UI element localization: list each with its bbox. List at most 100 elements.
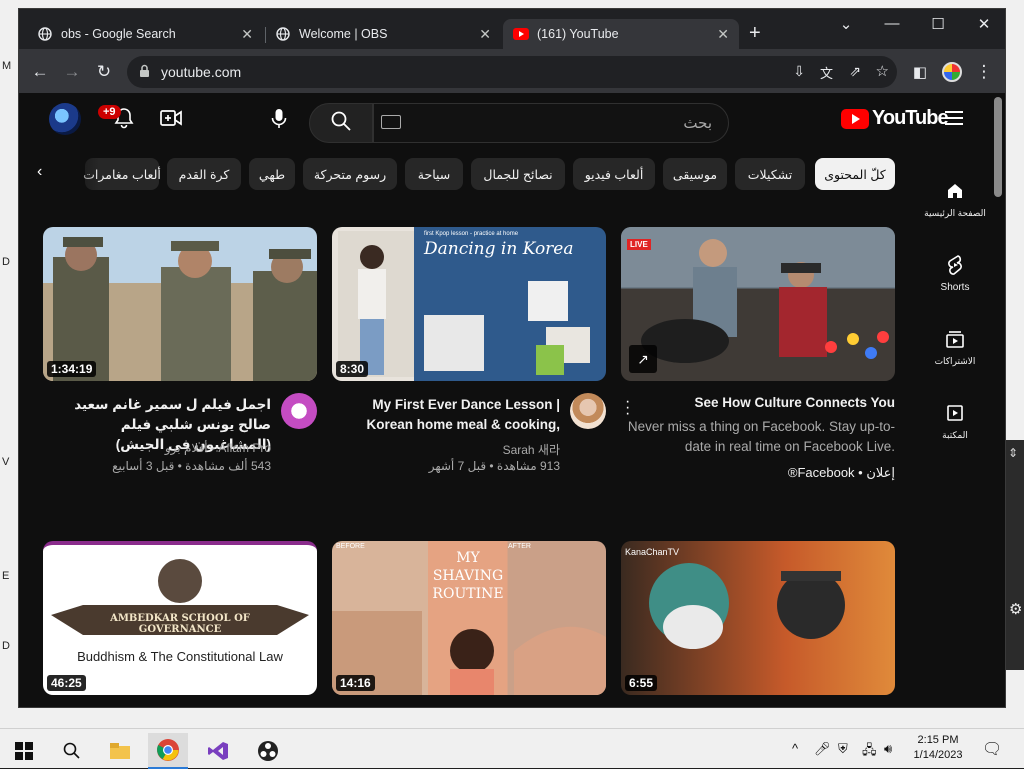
tab-welcome-obs[interactable]: Welcome | OBS ✕ [265, 19, 501, 49]
tab-youtube[interactable]: (161) YouTube ✕ [503, 19, 739, 49]
video-thumbnail[interactable]: KanaChanTV 6:55 [621, 541, 895, 695]
thumb-after: AFTER [508, 543, 531, 550]
channel-avatar[interactable] [570, 393, 606, 429]
close-tab-icon[interactable]: ✕ [479, 26, 491, 43]
volume-icon[interactable]: 🔊︎ [884, 741, 892, 757]
video-title[interactable]: My First Ever Dance Lesson | Korean home… [334, 395, 560, 435]
close-window-button[interactable]: ✕ [969, 15, 999, 33]
live-label: LIVE [627, 239, 651, 250]
chip[interactable]: طهي [249, 158, 295, 190]
forward-icon[interactable]: → [61, 61, 83, 83]
profile-avatar[interactable] [941, 61, 963, 83]
external-link-icon[interactable]: ↗ [629, 345, 657, 373]
network-icon[interactable]: 🖧︎ [862, 741, 877, 763]
rail-home[interactable]: الصفحة الرئيسية [919, 179, 991, 219]
rail-subscriptions[interactable]: الاشتراكات [919, 327, 991, 367]
file-explorer-icon[interactable] [100, 733, 140, 769]
minimize-button[interactable]: — [877, 15, 907, 32]
video-thumbnail[interactable]: AMBEDKAR SCHOOL OF GOVERNANCE Buddhism &… [43, 541, 317, 695]
microphone-icon[interactable]: 🎤︎ [814, 741, 831, 757]
chip[interactable]: رسوم متحركة [303, 158, 397, 190]
thumb-subtext: Buddhism & The Constitutional Law [77, 649, 283, 664]
rail-library[interactable]: المكتبة [919, 401, 991, 441]
lock-icon[interactable] [139, 64, 150, 81]
youtube-page: +9 بحث YouTube كلّ المحتوى تشكيلات موسيق… [19, 93, 1005, 707]
clock-date: 1/14/2023 [913, 749, 963, 761]
ad-meta: · · · See How Culture Connects You Never m… [621, 393, 895, 483]
chip-all[interactable]: كلّ المحتوى [815, 158, 895, 190]
taskbar-clock[interactable]: 2:15 PM 1/14/2023 [906, 733, 970, 763]
tray-overflow-icon[interactable]: ^ [792, 741, 798, 756]
create-video-icon[interactable] [159, 107, 183, 134]
ad-card[interactable]: LIVE ↗ · · · See How Culture Connects You … [621, 227, 895, 483]
ad-thumbnail[interactable]: LIVE ↗ [621, 227, 895, 381]
chip[interactable]: تشكيلات [735, 158, 805, 190]
bookmark-star-icon[interactable]: ☆ [876, 62, 889, 80]
security-icon[interactable]: ⛨ [838, 741, 848, 757]
video-card[interactable]: AMBEDKAR SCHOOL OF GOVERNANCE Buddhism &… [43, 541, 317, 695]
new-tab-button[interactable]: + [749, 23, 761, 43]
account-avatar[interactable] [49, 103, 81, 135]
clock-time: 2:15 PM [917, 734, 959, 746]
chip[interactable]: موسيقى [663, 158, 727, 190]
page-scrollbar[interactable] [994, 97, 1002, 197]
video-stats: 543 ألف مشاهدة • قبل 3 أسابيع [112, 459, 271, 473]
channel-avatar[interactable] [281, 393, 317, 429]
video-card[interactable]: first Kpop lesson - practice at home Dan… [332, 227, 606, 483]
reload-icon[interactable]: ↻ [93, 61, 115, 83]
keyboard-icon[interactable] [381, 115, 401, 129]
translate-icon[interactable]: 文 [820, 63, 833, 82]
video-stats: 913 مشاهدة • قبل 7 أشهر [428, 459, 560, 473]
rail-label: المكتبة [942, 430, 968, 440]
video-meta: اجمل فيلم ل سمير غانم سعيد صالح يونس شلب… [43, 393, 317, 483]
rail-label: الصفحة الرئيسية [924, 208, 986, 218]
video-card[interactable]: 1:34:19 اجمل فيلم ل سمير غانم سعيد صالح … [43, 227, 317, 483]
rail-shorts[interactable]: Shorts [919, 253, 991, 293]
more-menu-icon[interactable]: ⋮ [973, 61, 995, 83]
visual-studio-icon[interactable] [198, 733, 238, 769]
chip[interactable]: نصائح للجمال [471, 158, 565, 190]
tab-title: obs - Google Search [61, 27, 176, 41]
channel-name[interactable]: Aflam Pro - أفلام برو [165, 441, 271, 455]
voice-search-mic-icon[interactable] [269, 107, 289, 136]
youtube-logo[interactable]: YouTube [841, 107, 949, 130]
video-card[interactable]: BEFORE AFTER MY SHAVING ROUTINE 14:16 [332, 541, 606, 695]
maximize-button[interactable]: ☐ [923, 15, 953, 33]
chip[interactable]: ألعاب فيديو [573, 158, 655, 190]
video-thumbnail[interactable]: BEFORE AFTER MY SHAVING ROUTINE 14:16 [332, 541, 606, 695]
guide-menu-icon[interactable] [945, 111, 963, 125]
video-thumbnail[interactable]: first Kpop lesson - practice at home Dan… [332, 227, 606, 381]
video-thumbnail[interactable]: 1:34:19 [43, 227, 317, 381]
notification-center-icon[interactable]: 🗨︎ [982, 739, 1002, 759]
video-duration: 1:34:19 [47, 361, 97, 377]
start-button[interactable] [4, 733, 44, 769]
address-bar[interactable]: youtube.com ⇩ 文 ⇗ ☆ [127, 56, 897, 88]
spin-icon[interactable]: ⇕ [1008, 446, 1018, 460]
share-icon[interactable]: ⇗ [849, 63, 861, 80]
search-input[interactable]: بحث [373, 103, 729, 143]
search-icon[interactable] [52, 733, 92, 769]
close-tab-icon[interactable]: ✕ [241, 26, 253, 43]
side-panel-icon[interactable]: ◧ [909, 61, 931, 83]
chip[interactable]: كرة القدم [167, 158, 241, 190]
ad-title[interactable]: See How Culture Connects You [655, 395, 895, 410]
tab-search-icon[interactable]: ⌄ [831, 15, 861, 33]
video-meta: My First Ever Dance Lesson | Korean home… [332, 393, 606, 483]
close-tab-icon[interactable]: ✕ [717, 26, 729, 43]
ad-sponsor: إعلان • Facebook® [787, 465, 895, 480]
video-duration: 14:16 [336, 675, 375, 691]
chips-prev-arrow-icon[interactable]: ‹ [37, 163, 42, 181]
search-button[interactable] [309, 103, 373, 143]
obs-icon[interactable] [248, 733, 288, 769]
gear-icon[interactable]: ⚙ [1009, 600, 1022, 618]
mini-guide: الصفحة الرئيسية Shorts الاشتراكات المكتب… [919, 149, 991, 707]
chip[interactable]: سياحة [405, 158, 463, 190]
install-icon[interactable]: ⇩ [793, 63, 805, 80]
more-options-icon[interactable]: · · · [625, 394, 630, 422]
chrome-taskbar-icon[interactable] [148, 733, 188, 769]
channel-name[interactable]: Sarah 새라 [503, 441, 560, 458]
back-icon[interactable]: ← [29, 61, 51, 83]
rail-label: Shorts [940, 282, 970, 293]
video-card[interactable]: KanaChanTV 6:55 [621, 541, 895, 695]
tab-google-search[interactable]: obs - Google Search ✕ [27, 19, 263, 49]
